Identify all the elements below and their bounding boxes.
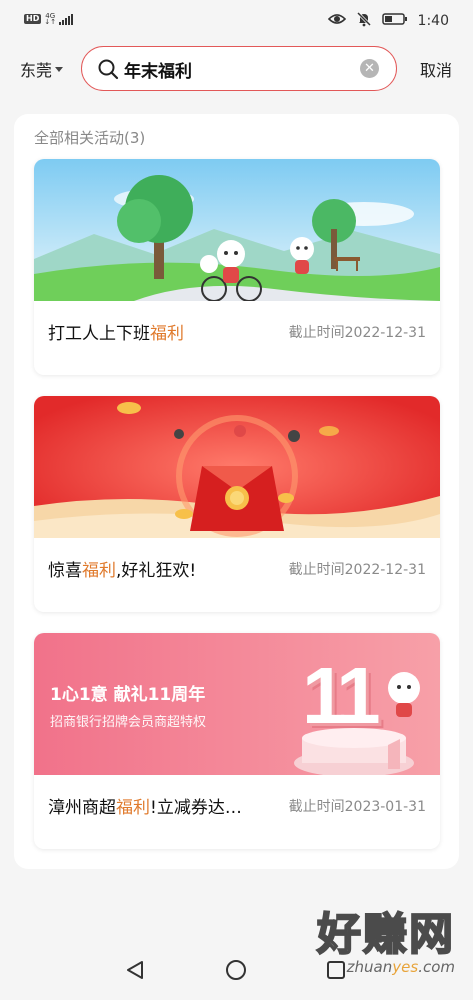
section-title: 全部相关活动(3) — [34, 129, 146, 147]
activity-title: 漳州商超福利!立减券达… — [48, 798, 242, 818]
city-selector[interactable]: 东莞 — [20, 57, 64, 81]
search-box[interactable]: ✕ — [81, 46, 397, 91]
signal-icon — [59, 13, 74, 25]
cancel-button[interactable]: 取消 — [420, 57, 452, 81]
back-icon[interactable] — [124, 959, 146, 985]
activity-deadline: 截止时间2022-12-31 — [288, 325, 426, 341]
activity-card-1[interactable]: 打工人上下班福利 截止时间2022-12-31 — [34, 159, 440, 375]
clear-icon[interactable]: ✕ — [360, 59, 379, 78]
eye-icon — [327, 12, 346, 30]
search-icon — [97, 58, 119, 84]
home-icon[interactable] — [225, 959, 247, 985]
commute-banner-image — [34, 159, 440, 301]
battery-icon — [381, 12, 408, 30]
red-envelope-banner-image — [34, 396, 440, 538]
hd-badge: HD — [24, 14, 42, 24]
clock-time: 1:40 — [417, 13, 449, 29]
banner-number: 11 — [302, 651, 381, 740]
activity-card-2[interactable]: 惊喜福利,好礼狂欢! 截止时间2022-12-31 — [34, 396, 440, 612]
activity-card-3[interactable]: 11 1心1意 献礼11周年 招商银行招牌会员商超特权 漳州商超福利!立减券达…… — [34, 633, 440, 849]
watermark-logo-text: 好赚网 — [316, 909, 455, 960]
mute-bell-icon — [356, 11, 372, 31]
site-watermark: 好赚网 zhuanyes.com — [316, 909, 455, 977]
results-panel: 全部相关活动(3) 打工人上下班福利 截止时间2022-12-31 惊喜福利,好… — [14, 114, 459, 869]
activity-title: 惊喜福利,好礼狂欢! — [48, 561, 197, 581]
watermark-url: zhuanyes.com — [346, 958, 455, 976]
anniversary-banner-image: 11 1心1意 献礼11周年 招商银行招牌会员商超特权 — [34, 633, 440, 775]
keyword-highlight: 福利 — [82, 561, 116, 581]
city-label: 东莞 — [20, 61, 53, 80]
search-input[interactable] — [124, 56, 344, 82]
activity-title: 打工人上下班福利 — [48, 324, 184, 344]
network-indicator: 4G ↓↑ — [44, 12, 57, 26]
keyword-highlight: 福利 — [116, 798, 150, 818]
banner-caption: 1心1意 献礼11周年 招商银行招牌会员商超特权 — [50, 680, 206, 730]
keyword-highlight: 福利 — [150, 324, 184, 344]
activity-deadline: 截止时间2023-01-31 — [288, 799, 426, 815]
search-header: 东莞 ✕ 取消 — [0, 44, 473, 92]
banner-subheading: 招商银行招牌会员商超特权 — [50, 715, 207, 730]
activity-deadline: 截止时间2022-12-31 — [288, 562, 426, 578]
caret-down-icon — [55, 66, 64, 72]
status-bar: HD 4G ↓↑ 1:40 — [0, 0, 473, 40]
banner-heading: 1心1意 献礼11周年 — [50, 685, 206, 705]
